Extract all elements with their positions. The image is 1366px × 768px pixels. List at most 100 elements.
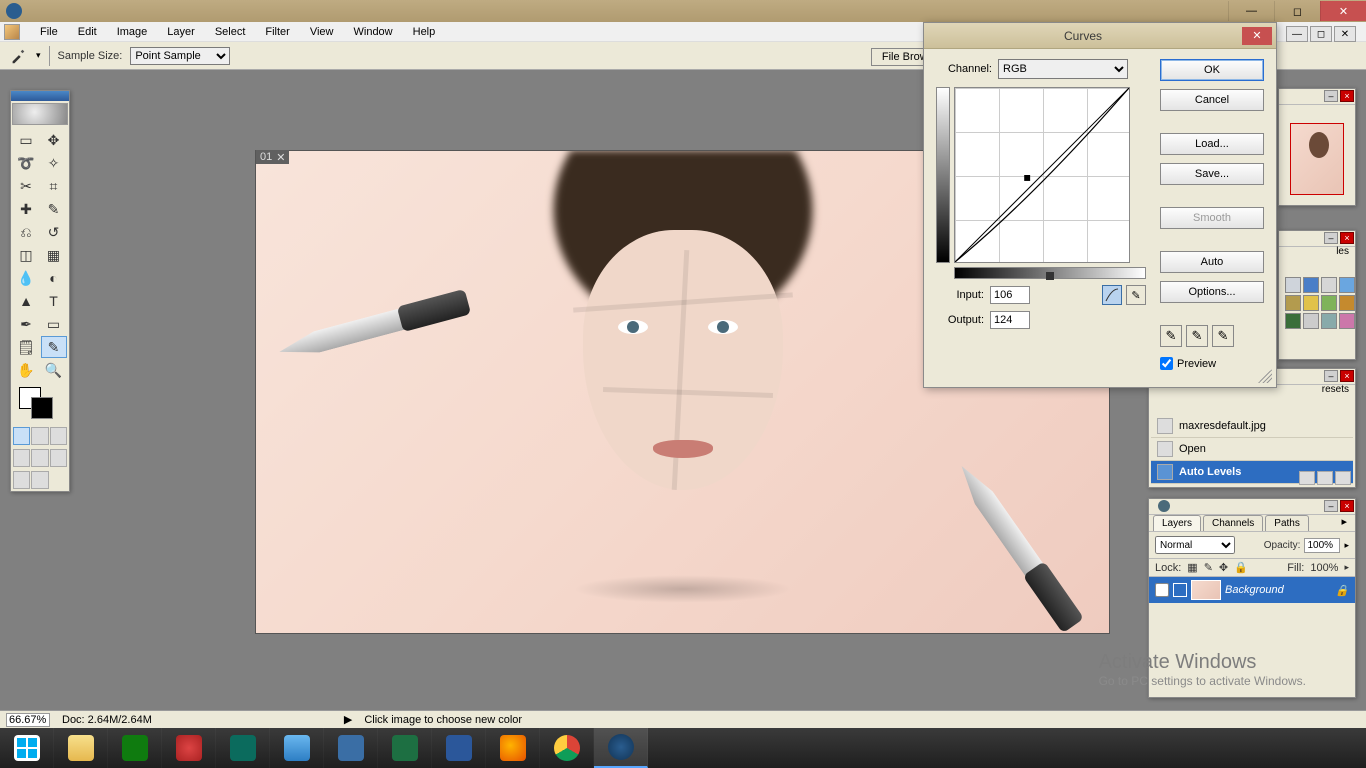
history-brush-tool[interactable]: ↺ (41, 221, 67, 243)
channel-select[interactable]: RGB (998, 59, 1128, 79)
new-snapshot-button[interactable] (1317, 471, 1333, 485)
layer-visibility-icon[interactable] (1155, 583, 1169, 597)
style-swatch[interactable] (1285, 295, 1301, 311)
palette-close-button[interactable]: × (1340, 232, 1354, 244)
lasso-tool[interactable]: ➰ (13, 152, 39, 174)
input-field[interactable] (990, 286, 1030, 304)
dodge-tool[interactable]: ◐ (41, 267, 67, 289)
blend-mode-select[interactable]: Normal (1155, 536, 1235, 554)
style-swatch[interactable] (1321, 295, 1337, 311)
style-swatch[interactable] (1285, 313, 1301, 329)
dialog-titlebar[interactable]: Curves ✕ (924, 23, 1276, 49)
cancel-button[interactable]: Cancel (1160, 89, 1264, 111)
menu-edit[interactable]: Edit (68, 24, 107, 40)
taskbar-excel[interactable] (378, 728, 432, 768)
taskbar-notepad[interactable] (270, 728, 324, 768)
fill-value[interactable]: 100% (1310, 562, 1338, 574)
styles-tab-label[interactable]: les (1336, 246, 1349, 257)
taskbar-publisher[interactable] (216, 728, 270, 768)
options-button[interactable]: Options... (1160, 281, 1264, 303)
document-tab-close-icon[interactable]: ✕ (276, 151, 285, 164)
style-swatch[interactable] (1303, 295, 1319, 311)
resize-grip-icon[interactable] (1258, 369, 1272, 383)
tab-layers[interactable]: Layers (1153, 515, 1201, 531)
output-field[interactable] (990, 311, 1030, 329)
save-button[interactable]: Save... (1160, 163, 1264, 185)
taskbar-current-app[interactable] (594, 728, 648, 768)
notes-tool[interactable]: 🗒 (13, 336, 39, 358)
history-snapshot[interactable]: maxresdefault.jpg (1151, 415, 1353, 438)
move-tool[interactable]: ✥ (41, 129, 67, 151)
taskbar-calculator[interactable] (324, 728, 378, 768)
taskbar-snipping[interactable] (162, 728, 216, 768)
menu-help[interactable]: Help (403, 24, 446, 40)
child-minimize-button[interactable]: — (1286, 26, 1308, 42)
document-tab[interactable]: 01 ✕ (256, 150, 289, 164)
opacity-value[interactable]: 100% (1304, 538, 1340, 553)
style-swatch[interactable] (1285, 277, 1301, 293)
eyedropper-tool[interactable]: ✎ (41, 336, 67, 358)
layer-link-icon[interactable] (1173, 583, 1187, 597)
background-color[interactable] (31, 397, 53, 419)
layer-thumbnail[interactable] (1191, 580, 1221, 600)
ok-button[interactable]: OK (1160, 59, 1264, 81)
standard-mode-button[interactable] (13, 427, 30, 445)
history-item[interactable]: Open (1151, 438, 1353, 461)
app-menu-icon[interactable] (4, 24, 20, 40)
taskbar-chrome[interactable] (540, 728, 594, 768)
toolbox-handle[interactable] (11, 91, 69, 101)
palette-minimize-button[interactable]: – (1324, 500, 1338, 512)
slice-tool[interactable]: ⌗ (41, 175, 67, 197)
style-swatch[interactable] (1303, 277, 1319, 293)
gray-point-eyedropper[interactable]: ✎ (1186, 325, 1208, 347)
healing-brush-tool[interactable]: ✚ (13, 198, 39, 220)
pen-tool[interactable]: ✒ (13, 313, 39, 335)
style-swatch[interactable] (1339, 295, 1355, 311)
pencil-mode-button[interactable]: ✎ (1126, 285, 1146, 305)
palette-minimize-button[interactable]: – (1324, 90, 1338, 102)
auto-button[interactable]: Auto (1160, 251, 1264, 273)
screen-mode-button[interactable] (50, 427, 67, 445)
screen-full-menubar-button[interactable] (31, 449, 48, 467)
quickmask-mode-button[interactable] (31, 427, 48, 445)
type-tool[interactable]: T (41, 290, 67, 312)
zoom-field[interactable]: 66.67% (6, 713, 50, 727)
midpoint-marker-icon[interactable] (1046, 272, 1054, 280)
blur-tool[interactable]: 💧 (13, 267, 39, 289)
menu-filter[interactable]: Filter (255, 24, 299, 40)
delete-state-button[interactable] (1335, 471, 1351, 485)
taskbar-explorer[interactable] (54, 728, 108, 768)
close-button[interactable]: ✕ (1320, 1, 1366, 21)
dialog-close-button[interactable]: ✕ (1242, 27, 1272, 45)
taskbar-store[interactable] (108, 728, 162, 768)
palette-minimize-button[interactable]: – (1324, 232, 1338, 244)
style-swatch[interactable] (1303, 313, 1319, 329)
tab-channels[interactable]: Channels (1203, 515, 1263, 531)
horizontal-gradient[interactable] (954, 267, 1146, 279)
history-tab-label[interactable]: resets (1322, 384, 1349, 395)
navigator-thumbnail[interactable] (1290, 123, 1344, 195)
crop-tool[interactable]: ✂ (13, 175, 39, 197)
marquee-tool[interactable]: ▭ (13, 129, 39, 151)
lock-brush-icon[interactable]: ✎ (1204, 561, 1213, 574)
new-document-from-state-button[interactable] (1299, 471, 1315, 485)
palette-close-button[interactable]: × (1340, 500, 1354, 512)
lock-transparency-icon[interactable]: ▦ (1187, 561, 1197, 574)
style-swatch[interactable] (1339, 277, 1355, 293)
shape-tool[interactable]: ▭ (41, 313, 67, 335)
load-button[interactable]: Load... (1160, 133, 1264, 155)
menu-window[interactable]: Window (344, 24, 403, 40)
preview-checkbox-input[interactable] (1160, 357, 1173, 370)
palette-minimize-button[interactable]: – (1324, 370, 1338, 382)
lock-all-icon[interactable]: 🔒 (1234, 561, 1248, 574)
screen-full-button[interactable] (50, 449, 67, 467)
style-swatch[interactable] (1321, 313, 1337, 329)
style-swatch[interactable] (1339, 313, 1355, 329)
curve-mode-button[interactable] (1102, 285, 1122, 305)
minimize-button[interactable]: — (1228, 1, 1274, 21)
taskbar-word[interactable] (432, 728, 486, 768)
start-button[interactable] (0, 728, 54, 768)
white-point-eyedropper[interactable]: ✎ (1212, 325, 1234, 347)
menu-layer[interactable]: Layer (157, 24, 205, 40)
menu-select[interactable]: Select (205, 24, 256, 40)
